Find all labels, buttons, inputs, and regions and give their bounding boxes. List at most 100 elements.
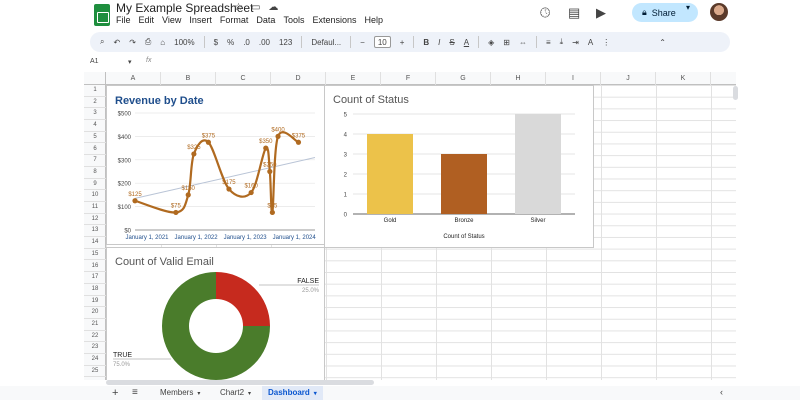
menu-view[interactable]: View [162, 15, 181, 25]
text-color-button[interactable]: A [464, 38, 469, 47]
row-header[interactable]: 11 [84, 202, 106, 214]
horizontal-align-icon[interactable]: ≡ [546, 38, 551, 47]
row-header[interactable]: 3 [84, 108, 106, 121]
column-header[interactable]: E [326, 72, 381, 85]
menu-insert[interactable]: Insert [189, 15, 212, 25]
row-header[interactable]: 12 [84, 214, 106, 226]
menu-edit[interactable]: Edit [139, 15, 155, 25]
row-header[interactable]: 24 [84, 354, 106, 366]
row-header[interactable]: 18 [84, 284, 106, 296]
revenue-chart[interactable]: Revenue by Date $0 $100 $200 $300 $400 $500 Jan… [106, 85, 325, 245]
star-icon[interactable]: ☆ [234, 2, 243, 13]
name-box[interactable]: A1 [90, 58, 99, 65]
percent-format-button[interactable]: % [227, 38, 234, 47]
menu-help[interactable]: Help [364, 15, 383, 25]
avatar[interactable] [710, 3, 728, 21]
menu-extensions[interactable]: Extensions [312, 15, 356, 25]
cloud-status-icon[interactable]: ☁ [268, 2, 278, 13]
row-header[interactable]: 15 [84, 249, 106, 261]
row-header[interactable]: 9 [84, 179, 106, 191]
italic-button[interactable]: I [438, 38, 440, 47]
menu-data[interactable]: Data [256, 15, 275, 25]
column-header[interactable]: A [106, 72, 161, 85]
bold-button[interactable]: B [423, 38, 429, 47]
column-header[interactable]: F [381, 72, 436, 85]
increase-decimal-button[interactable]: .00 [259, 38, 270, 47]
row-header[interactable]: 1 [84, 85, 106, 97]
row-header[interactable]: 21 [84, 319, 106, 331]
row-header[interactable]: 13 [84, 225, 106, 238]
column-header[interactable]: J [601, 72, 656, 85]
sheet-grid[interactable]: ABCDEFGHIJK 1 2 3 4 5 6 7 8 9 10 11 12 13 14 15 16 17 18 1… [84, 72, 736, 380]
text-wrap-icon[interactable]: ⇥ [572, 38, 579, 47]
borders-icon[interactable]: ⊞ [503, 38, 510, 47]
redo-icon[interactable]: ↷ [129, 38, 136, 47]
vertical-scrollbar[interactable] [733, 86, 738, 100]
row-header[interactable]: 17 [84, 272, 106, 284]
sheets-logo-icon[interactable] [94, 4, 110, 26]
comments-icon[interactable]: ▤ [568, 5, 580, 21]
share-dropdown-icon[interactable]: ▾ [686, 3, 690, 12]
row-header[interactable]: 16 [84, 261, 106, 273]
column-header[interactable]: G [436, 72, 491, 85]
menu-file[interactable]: File [116, 15, 131, 25]
column-header[interactable]: K [656, 72, 711, 85]
status-chart[interactable]: Count of Status 0 1 2 3 4 5 Gold Bronze Silver Cou… [324, 85, 594, 248]
move-folder-icon[interactable]: ▭ [251, 2, 260, 13]
print-icon[interactable]: ⎙ [145, 37, 151, 47]
column-header[interactable]: D [271, 72, 326, 85]
paint-format-icon[interactable]: ⌂ [160, 38, 165, 47]
document-title[interactable]: My Example Spreadsheet [116, 1, 253, 15]
tab-dashboard[interactable]: Dashboard ▾ [262, 386, 323, 400]
text-rotation-icon[interactable]: A [588, 38, 593, 47]
tab-members[interactable]: Members ▾ [154, 386, 206, 400]
row-header[interactable]: 14 [84, 237, 106, 249]
decrease-decimal-button[interactable]: .0 [243, 38, 250, 47]
column-header[interactable]: H [491, 72, 546, 85]
vertical-align-icon[interactable]: ⤓ [560, 37, 564, 47]
add-sheet-icon[interactable]: + [112, 387, 118, 399]
column-header[interactable]: I [546, 72, 601, 85]
more-icon[interactable]: ⋮ [602, 38, 610, 47]
row-header[interactable]: 8 [84, 167, 106, 179]
row-header[interactable]: 5 [84, 132, 106, 144]
row-header[interactable]: 4 [84, 120, 106, 132]
row-header[interactable]: 7 [84, 155, 106, 167]
all-sheets-icon[interactable]: ≡ [132, 387, 138, 398]
row-header[interactable]: 23 [84, 342, 106, 355]
name-box-dropdown-icon[interactable]: ▾ [128, 58, 132, 66]
more-formats-button[interactable]: 123 [279, 38, 292, 47]
horizontal-scrollbar[interactable] [106, 380, 374, 385]
select-all-corner[interactable] [84, 72, 106, 85]
font-size-input[interactable]: 10 [373, 36, 391, 48]
fill-color-icon[interactable]: ◈ [488, 38, 494, 47]
increase-font-size-button[interactable]: + [400, 38, 405, 47]
merge-cells-icon[interactable]: ⇔ [519, 38, 527, 47]
column-header[interactable]: C [216, 72, 271, 85]
row-header[interactable]: 10 [84, 190, 106, 202]
zoom-select[interactable]: 100% [174, 38, 194, 47]
row-header[interactable]: 19 [84, 296, 106, 308]
explore-arrow-icon[interactable]: ‹ [720, 387, 723, 397]
column-header[interactable]: B [161, 72, 216, 85]
menu-tools[interactable]: Tools [283, 15, 304, 25]
row-header[interactable]: 22 [84, 331, 106, 343]
currency-format-button[interactable]: $ [214, 38, 218, 47]
font-select[interactable]: Defaul... [311, 38, 341, 47]
row-header[interactable]: 6 [84, 144, 106, 156]
chevron-down-icon[interactable]: ▾ [314, 391, 317, 397]
tab-chart2[interactable]: Chart2 ▾ [214, 386, 257, 400]
decrease-font-size-button[interactable]: − [360, 38, 365, 47]
search-menus-icon[interactable]: ⌕ [100, 37, 104, 47]
meet-icon[interactable]: ▶ [596, 5, 606, 21]
row-header[interactable]: 20 [84, 307, 106, 319]
row-header[interactable]: 25 [84, 366, 106, 378]
email-chart[interactable]: Count of Valid Email FALSE 25.0% TRUE 75.0% [106, 247, 325, 380]
collapse-toolbar-icon[interactable]: ⌃ [659, 38, 666, 47]
chevron-down-icon[interactable]: ▾ [248, 391, 251, 397]
menu-format[interactable]: Format [220, 15, 249, 25]
undo-icon[interactable]: ↶ [113, 38, 120, 47]
row-header[interactable]: 2 [84, 97, 106, 109]
strikethrough-button[interactable]: S [449, 38, 454, 47]
chevron-down-icon[interactable]: ▾ [197, 391, 200, 397]
